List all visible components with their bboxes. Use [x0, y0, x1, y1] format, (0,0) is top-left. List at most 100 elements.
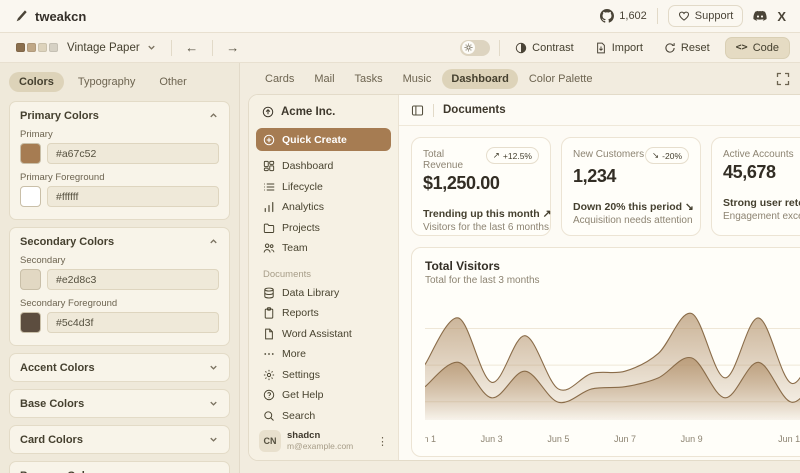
section-title: Accent Colors	[20, 362, 95, 374]
color-value-input[interactable]: #5c4d3f	[47, 312, 219, 333]
database-icon	[263, 287, 275, 299]
field-label: Primary Foreground	[20, 172, 219, 183]
color-swatch[interactable]	[20, 186, 41, 207]
section-header[interactable]: Accent Colors	[20, 354, 219, 381]
sidebar-item-lifecycle[interactable]: Lifecycle	[256, 177, 391, 198]
github-icon	[600, 9, 614, 23]
color-swatch[interactable]	[20, 269, 41, 290]
sidebar-item-search[interactable]: Search	[256, 406, 391, 427]
fullscreen-icon[interactable]	[776, 72, 790, 86]
heart-icon	[678, 10, 690, 22]
org-name: Acme Inc.	[281, 106, 335, 118]
dashboard-preview-card: Acme Inc. Quick Create Dashboard	[248, 94, 800, 461]
import-label: Import	[612, 42, 643, 54]
theme-selector[interactable]: Vintage Paper	[10, 39, 163, 57]
color-field-secondary: Secondary #e2d8c3	[20, 255, 219, 290]
stat-line1: Strong user retention	[723, 197, 800, 209]
section-header[interactable]: Popover Colors	[20, 462, 219, 473]
bar-chart-icon	[263, 201, 275, 213]
import-button[interactable]: Import	[589, 38, 649, 58]
tab-music[interactable]: Music	[394, 69, 441, 89]
brand[interactable]: tweakcn	[14, 9, 86, 24]
stat-line1: Down 20% this period ↘	[573, 201, 689, 213]
tab-color-palette[interactable]: Color Palette	[520, 69, 602, 89]
discord-icon[interactable]	[753, 9, 767, 23]
stat-card-active-accounts: Active Accounts 45,678 Strong user reten…	[711, 137, 800, 236]
trend-up-icon: ↗	[493, 150, 500, 161]
theme-swatches	[16, 43, 58, 52]
color-field-primary: Primary #a67c52	[20, 129, 219, 164]
section-primary-colors: Primary Colors Primary #a67c52 Primary F…	[9, 101, 230, 220]
x-axis-tick: Jun 12	[778, 434, 800, 444]
divider	[212, 40, 213, 56]
plus-circle-icon	[263, 134, 275, 146]
sidebar-item-label: Data Library	[282, 287, 339, 299]
sidebar-item-reports[interactable]: Reports	[256, 303, 391, 324]
kebab-menu-icon[interactable]: ⋮	[377, 435, 388, 448]
tab-other[interactable]: Other	[149, 72, 197, 92]
undo-button[interactable]: ←	[180, 38, 204, 58]
user-name: shadcn	[287, 431, 353, 442]
x-twitter-icon[interactable]: X	[777, 9, 786, 24]
sidebar-item-label: More	[282, 348, 306, 360]
section-title: Primary Colors	[20, 110, 99, 122]
tab-mail[interactable]: Mail	[305, 69, 343, 89]
code-button[interactable]: <> Code	[725, 37, 790, 59]
reset-button[interactable]: Reset	[658, 38, 716, 58]
section-header[interactable]: Primary Colors	[20, 102, 219, 129]
preview-area: Cards Mail Tasks Music Dashboard Color P…	[240, 63, 800, 473]
section-header[interactable]: Secondary Colors	[20, 228, 219, 255]
sidebar-item-more[interactable]: More	[256, 344, 391, 365]
color-swatch[interactable]	[20, 143, 41, 164]
tab-tasks[interactable]: Tasks	[346, 69, 392, 89]
preview-tabs: Cards Mail Tasks Music Dashboard Color P…	[240, 63, 800, 94]
color-value-input[interactable]: #e2d8c3	[47, 269, 219, 290]
sidebar-item-get-help[interactable]: Get Help	[256, 385, 391, 406]
tab-dashboard[interactable]: Dashboard	[442, 69, 517, 89]
tab-cards[interactable]: Cards	[256, 69, 303, 89]
support-button[interactable]: Support	[668, 5, 744, 27]
sidebar-item-settings[interactable]: Settings	[256, 365, 391, 386]
contrast-button[interactable]: Contrast	[509, 38, 580, 58]
toolbar-left: Vintage Paper ← →	[10, 33, 245, 62]
sidebar-item-team[interactable]: Team	[256, 238, 391, 259]
color-value-input[interactable]: #ffffff	[47, 186, 219, 207]
section-secondary-colors: Secondary Colors Secondary #e2d8c3 Secon…	[9, 227, 230, 346]
chevron-down-icon	[208, 398, 219, 409]
avatar: CN	[259, 430, 281, 452]
chevron-up-icon	[208, 236, 219, 247]
theme-swatch-3	[38, 43, 47, 52]
x-axis-tick: Jun 5	[547, 434, 569, 444]
section-title: Popover Colors	[20, 470, 102, 473]
stat-card-new-customers: New Customers ↘ -20% 1,234 Down 20% this…	[561, 137, 701, 236]
color-value-input[interactable]: #a67c52	[47, 143, 219, 164]
user-menu[interactable]: CN shadcn m@example.com ⋮	[256, 426, 391, 452]
sidebar-item-analytics[interactable]: Analytics	[256, 197, 391, 218]
x-axis-tick: Jun 1	[425, 434, 436, 444]
quick-create-button[interactable]: Quick Create	[256, 128, 391, 151]
sidebar-item-projects[interactable]: Projects	[256, 218, 391, 239]
tab-colors[interactable]: Colors	[9, 72, 64, 92]
section-header[interactable]: Card Colors	[20, 426, 219, 453]
sidebar-item-label: Settings	[282, 369, 320, 381]
stat-value: $1,250.00	[423, 173, 539, 194]
field-label: Secondary	[20, 255, 219, 266]
sidebar-item-dashboard[interactable]: Dashboard	[256, 156, 391, 177]
theme-mode-toggle[interactable]	[460, 40, 490, 56]
panel-left-icon[interactable]	[411, 104, 424, 117]
section-header[interactable]: Base Colors	[20, 390, 219, 417]
dashboard-header: Documents	[399, 95, 800, 126]
reset-label: Reset	[681, 42, 710, 54]
sidebar-item-data-library[interactable]: Data Library	[256, 283, 391, 304]
color-swatch[interactable]	[20, 312, 41, 333]
trend-badge: ↗ +12.5%	[486, 147, 539, 164]
github-stars[interactable]: 1,602	[600, 9, 647, 23]
org-switcher[interactable]: Acme Inc.	[256, 102, 391, 122]
chevron-down-icon	[208, 362, 219, 373]
chevron-up-icon	[208, 110, 219, 121]
area-chart: Jun 1Jun 3Jun 5Jun 7Jun 9Jun 12Jun 15Jun…	[425, 292, 800, 455]
sidebar-item-word-assistant[interactable]: Word Assistant	[256, 324, 391, 345]
tab-typography[interactable]: Typography	[68, 72, 145, 92]
redo-button[interactable]: →	[221, 38, 245, 58]
contrast-label: Contrast	[532, 42, 574, 54]
